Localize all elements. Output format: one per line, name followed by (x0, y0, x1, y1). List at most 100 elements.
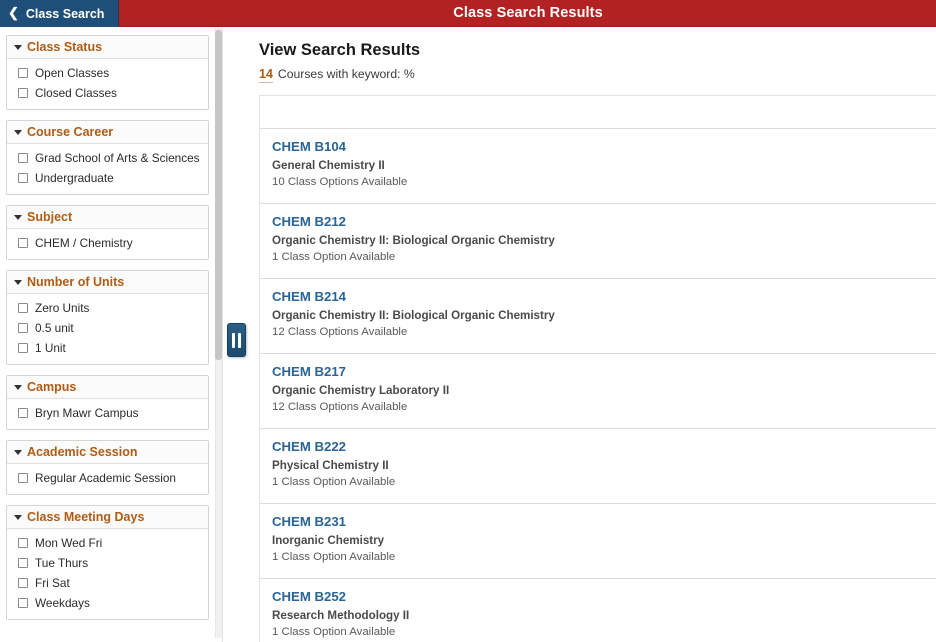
checkbox-icon[interactable] (18, 473, 28, 483)
course-result-card[interactable]: CHEM B104 General Chemistry II 10 Class Op… (259, 128, 936, 204)
checkbox-icon[interactable] (18, 68, 28, 78)
facet-option[interactable]: Mon Wed Fri (7, 533, 208, 553)
facet-title: Number of Units (27, 275, 125, 289)
facet-title: Class Status (27, 40, 103, 54)
course-title: Research Methodology II (272, 609, 410, 623)
facet-option[interactable]: Zero Units (7, 298, 208, 318)
checkbox-icon[interactable] (18, 88, 28, 98)
facet-header-toggle[interactable]: Class Status (7, 36, 208, 59)
facet-group: Number of Units Zero Units 0.5 unit 1 Unit (6, 270, 209, 365)
facet-option[interactable]: Undergraduate (7, 168, 208, 188)
course-class-options-count: 1 Class Option Available (272, 550, 396, 563)
course-code-link[interactable]: CHEM B214 (272, 289, 924, 304)
facet-option-label: Zero Units (35, 301, 90, 315)
facet-header-toggle[interactable]: Number of Units (7, 271, 208, 294)
facet-title: Academic Session (27, 445, 138, 459)
facet-option[interactable]: 1 Unit (7, 338, 208, 358)
facet-option-label: 1 Unit (35, 341, 66, 355)
facet-group: Course Career Grad School of Arts & Scien… (6, 120, 209, 195)
course-results-list: CHEM B104 General Chemistry II 10 Class Op… (259, 95, 936, 642)
facet-header-toggle[interactable]: Subject (7, 206, 208, 229)
caret-down-icon (14, 129, 22, 135)
course-title: General Chemistry II (272, 159, 385, 172)
checkbox-icon[interactable] (18, 408, 28, 418)
facet-title: Campus (27, 380, 77, 394)
course-result-card[interactable]: CHEM B252 Research Methodology II 1 Class … (259, 578, 936, 642)
course-result-card[interactable]: CHEM B222 Physical Chemistry II 1 Class Op… (259, 428, 936, 504)
facet-header-toggle[interactable]: Course Career (7, 121, 208, 144)
checkbox-icon[interactable] (18, 578, 28, 588)
facet-option[interactable]: Closed Classes (7, 83, 208, 103)
facet-option[interactable]: Fri Sat (7, 573, 208, 593)
course-class-options-count: 12 Class Options Available (272, 400, 408, 413)
facet-header-toggle[interactable]: Academic Session (7, 441, 208, 464)
facet-header-toggle[interactable]: Campus (7, 376, 208, 399)
course-result-card[interactable]: CHEM B214 Organic Chemistry II: Biologica… (259, 278, 936, 354)
results-count-row: 14 Courses with keyword: % (259, 67, 936, 83)
facet-option[interactable]: Open Classes (7, 63, 208, 83)
sidebar-collapse-handle[interactable] (227, 323, 246, 357)
checkbox-icon[interactable] (18, 558, 28, 568)
facet-option-label: Regular Academic Session (35, 471, 176, 485)
facet-options: Bryn Mawr Campus (7, 399, 208, 429)
results-heading: View Search Results (259, 41, 421, 59)
checkbox-icon[interactable] (18, 303, 28, 313)
facet-option-label: Closed Classes (35, 86, 117, 100)
facet-option[interactable]: Bryn Mawr Campus (7, 403, 208, 423)
course-code-link[interactable]: CHEM B212 (272, 214, 924, 229)
course-code-link[interactable]: CHEM B217 (272, 364, 924, 379)
facet-title: Subject (27, 210, 73, 224)
facet-options: Zero Units 0.5 unit 1 Unit (7, 294, 208, 364)
handle-bar-right (238, 332, 241, 348)
facet-option[interactable]: 0.5 unit (7, 318, 208, 338)
caret-down-icon (14, 514, 22, 520)
course-title: Organic Chemistry II: Biological Organic… (272, 309, 555, 323)
filters-sidebar: Class Status Open Classes Closed Classes Co… (0, 28, 223, 642)
facet-option-label: Weekdays (35, 596, 90, 610)
course-code-link[interactable]: CHEM B252 (272, 589, 924, 604)
checkbox-icon[interactable] (18, 343, 28, 353)
facet-option[interactable]: Grad School of Arts & Sciences (7, 148, 208, 168)
sidebar-scrollbar-thumb[interactable] (215, 30, 222, 360)
facet-option-label: Tue Thurs (35, 556, 89, 570)
chevron-left-icon: ❮ (8, 5, 19, 20)
caret-down-icon (14, 384, 22, 390)
facet-options: Grad School of Arts & Sciences Undergradu… (7, 144, 208, 194)
facet-group: Class Meeting Days Mon Wed Fri Tue Thurs Fr… (6, 505, 209, 620)
checkbox-icon[interactable] (18, 238, 28, 248)
course-class-options-count: 1 Class Option Available (272, 475, 396, 488)
class-search-results-page: Class Search Results ❮ Class Search Clas… (0, 0, 936, 642)
facet-option-label: 0.5 unit (35, 321, 74, 335)
facet-option[interactable]: CHEM / Chemistry (7, 233, 208, 253)
checkbox-icon[interactable] (18, 173, 28, 183)
facet-option[interactable]: Tue Thurs (7, 553, 208, 573)
facet-header-toggle[interactable]: Class Meeting Days (7, 506, 208, 529)
course-code-link[interactable]: CHEM B104 (272, 139, 924, 154)
results-count-label: Courses with keyword: % (277, 67, 415, 81)
course-result-card[interactable]: CHEM B217 Organic Chemistry Laboratory II… (259, 353, 936, 429)
facet-option-label: CHEM / Chemistry (35, 236, 133, 250)
facet-group: Academic Session Regular Academic Session (6, 440, 209, 495)
course-class-options-count: 1 Class Option Available (272, 250, 396, 263)
facet-option[interactable]: Regular Academic Session (7, 468, 208, 488)
checkbox-icon[interactable] (18, 598, 28, 608)
facet-group: Class Status Open Classes Closed Classes (6, 35, 209, 110)
handle-bar-left (232, 332, 235, 348)
course-result-card[interactable]: CHEM B212 Organic Chemistry II: Biologica… (259, 203, 936, 279)
checkbox-icon[interactable] (18, 538, 28, 548)
facet-option[interactable]: Weekdays (7, 593, 208, 613)
facet-title: Class Meeting Days (27, 510, 145, 524)
course-code-link[interactable]: CHEM B231 (272, 514, 924, 529)
results-list-spacer-card (259, 95, 936, 128)
checkbox-icon[interactable] (18, 153, 28, 163)
course-result-card[interactable]: CHEM B231 Inorganic Chemistry 1 Class Opti… (259, 503, 936, 579)
back-to-class-search-button[interactable]: ❮ Class Search (0, 0, 120, 27)
course-code-link[interactable]: CHEM B222 (272, 439, 924, 454)
facet-options: Mon Wed Fri Tue Thurs Fri Sat Weekdays (7, 529, 208, 619)
facet-option-label: Mon Wed Fri (35, 536, 103, 550)
checkbox-icon[interactable] (18, 323, 28, 333)
caret-down-icon (14, 214, 22, 220)
back-button-label: Class Search (25, 6, 105, 21)
course-title: Inorganic Chemistry (272, 534, 385, 548)
course-class-options-count: 10 Class Options Available (272, 175, 408, 188)
